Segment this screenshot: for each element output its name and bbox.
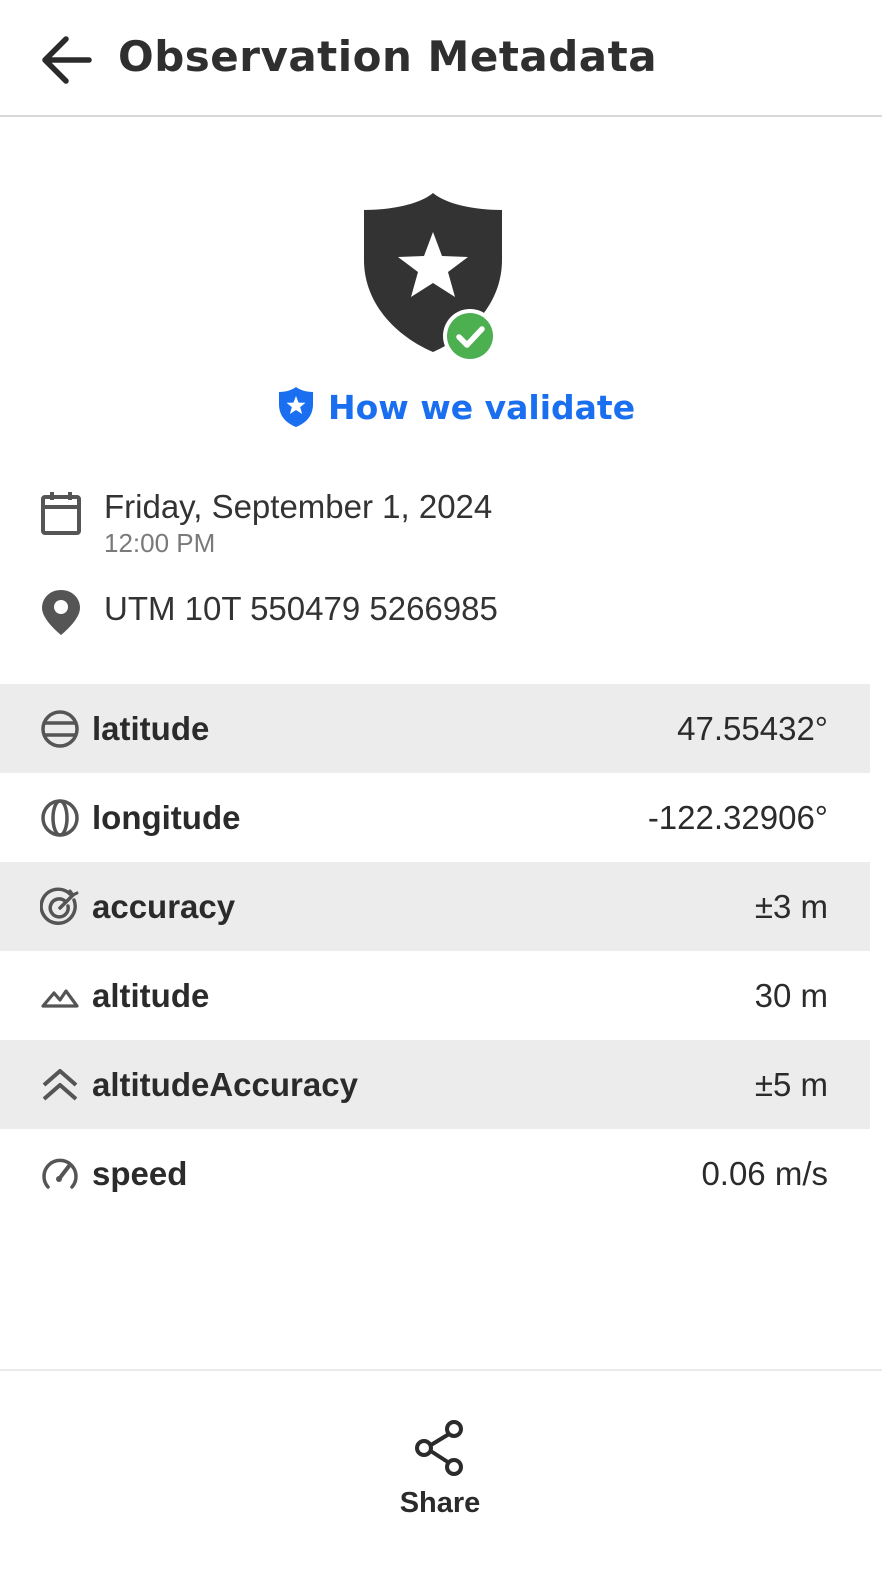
- speedometer-icon: [40, 1154, 80, 1194]
- arrow-left-icon: [42, 36, 92, 84]
- accuracy-target-icon: [40, 886, 80, 927]
- map-pin-icon: [42, 590, 80, 635]
- metadata-table: latitude 47.55432° longitude -122.32906°…: [0, 684, 870, 1218]
- utm-location: UTM 10T 550479 5266985: [104, 590, 498, 627]
- metadata-row-longitude: longitude -122.32906°: [0, 773, 870, 862]
- metadata-value: -122.32906°: [647, 798, 828, 836]
- metadata-row-speed: speed 0.06 m/s: [0, 1129, 870, 1218]
- longitude-globe-icon: [40, 798, 80, 838]
- share-button[interactable]: Share: [380, 1419, 500, 1529]
- metadata-value: ±3 m: [754, 887, 828, 925]
- metadata-label: accuracy: [92, 887, 236, 925]
- altitude-accuracy-chevrons-icon: [40, 1065, 80, 1105]
- metadata-value: 30 m: [754, 976, 828, 1014]
- metadata-value: 47.55432°: [677, 709, 828, 747]
- location-row: UTM 10T 550479 5266985: [40, 588, 498, 636]
- metadata-row-altitude-accuracy: altitudeAccuracy ±5 m: [0, 1040, 870, 1129]
- metadata-row-altitude: altitude 30 m: [0, 951, 870, 1040]
- bottom-bar: Share: [0, 1369, 882, 1592]
- metadata-label: altitude: [92, 976, 210, 1014]
- metadata-row-latitude: latitude 47.55432°: [0, 684, 870, 773]
- observation-date: Friday, September 1, 2024: [104, 488, 493, 525]
- observation-time: 12:00 PM: [104, 528, 216, 558]
- validation-badge: [362, 190, 512, 365]
- back-button[interactable]: [30, 24, 102, 96]
- metadata-label: latitude: [92, 709, 210, 747]
- shield-star-icon: [279, 387, 313, 427]
- latitude-globe-icon: [40, 709, 80, 749]
- metadata-value: ±5 m: [754, 1065, 828, 1103]
- altitude-mountain-icon: [40, 976, 80, 1016]
- shield-star-check-icon: [364, 193, 502, 363]
- metadata-row-accuracy: accuracy ±3 m: [0, 862, 870, 951]
- metadata-label: longitude: [92, 798, 241, 836]
- date-row: Friday, September 1, 2024 12:00 PM: [40, 488, 492, 559]
- metadata-label: speed: [92, 1154, 188, 1192]
- page-title: Observation Metadata: [118, 32, 658, 81]
- calendar-icon: [41, 492, 81, 535]
- metadata-value: 0.06 m/s: [701, 1154, 828, 1192]
- share-label: Share: [399, 1487, 481, 1519]
- how-we-validate-link[interactable]: How we validate: [278, 384, 635, 430]
- metadata-label: altitudeAccuracy: [92, 1065, 358, 1103]
- app-header: Observation Metadata: [0, 0, 882, 117]
- share-icon: [415, 1420, 463, 1476]
- how-we-validate-label: How we validate: [328, 387, 636, 427]
